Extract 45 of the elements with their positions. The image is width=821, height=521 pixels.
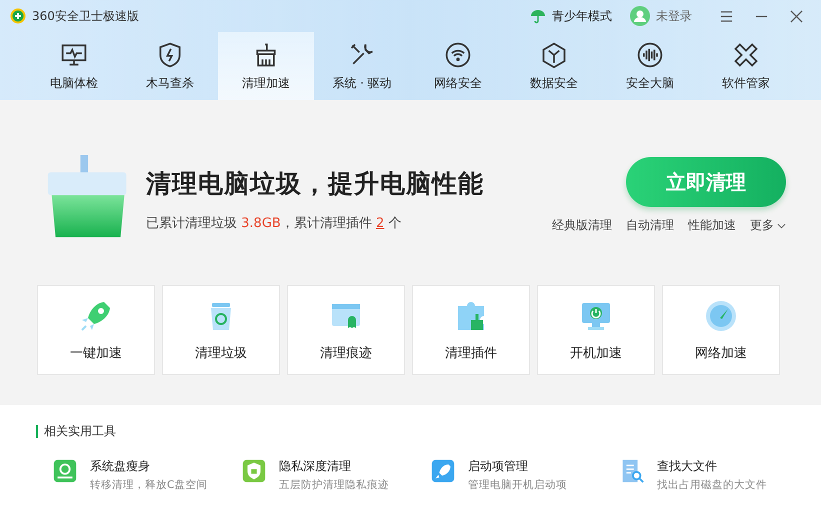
nav-tab[interactable]: 电脑体检: [26, 32, 122, 100]
tool-description: 转移清理，释放C盘空间: [90, 478, 208, 492]
nav-tab[interactable]: 系统 · 驱动: [314, 32, 410, 100]
feature-link[interactable]: 自动清理: [626, 217, 674, 234]
caret-icon: [777, 222, 786, 228]
more-dropdown[interactable]: 更多: [750, 217, 786, 234]
feature-link[interactable]: 经典版清理: [552, 217, 612, 234]
menu-icon[interactable]: [720, 10, 733, 22]
feature-tile[interactable]: 网络加速: [662, 285, 780, 375]
nav-tab[interactable]: 网络安全: [410, 32, 506, 100]
close-icon[interactable]: [790, 10, 803, 22]
nav-tab[interactable]: 木马查杀: [122, 32, 218, 100]
nav-tab[interactable]: 软件管家: [698, 32, 794, 100]
youth-mode-link[interactable]: 青少年模式: [552, 8, 612, 24]
nav-tab[interactable]: 清理加速: [218, 32, 314, 100]
cube-icon: [540, 40, 568, 68]
tool-description: 五层防护清理隐私痕迹: [279, 478, 389, 492]
feature-tile[interactable]: 清理垃圾: [162, 285, 280, 375]
cleanup-stats: 已累计清理垃圾 3.8GB，累计清理插件 2 个: [146, 215, 402, 232]
nav-tab[interactable]: 数据安全: [506, 32, 602, 100]
feature-tile[interactable]: 清理插件: [412, 285, 530, 375]
avatar-icon: [630, 6, 650, 26]
nav-tab[interactable]: 安全大脑: [602, 32, 698, 100]
window-title: 360安全卫士极速版: [32, 8, 139, 24]
logo-icon: [10, 8, 26, 24]
tool-icon[interactable]: [430, 458, 456, 484]
tool-title[interactable]: 系统盘瘦身: [90, 458, 150, 475]
tool-title[interactable]: 隐私深度清理: [279, 458, 351, 475]
speedometer-icon: [703, 298, 739, 334]
section-heading: 相关实用工具: [36, 425, 821, 438]
feature-tile[interactable]: 一键加速: [37, 285, 155, 375]
tool-description: 找出占用磁盘的大文件: [657, 478, 767, 492]
wifi-icon: [444, 40, 472, 68]
login-link[interactable]: 未登录: [656, 8, 692, 24]
feature-tile[interactable]: 开机加速: [537, 285, 655, 375]
tool-title[interactable]: 启动项管理: [468, 458, 528, 475]
hero-title: 清理电脑垃圾，提升电脑性能: [146, 168, 484, 200]
umbrella-icon: [530, 8, 546, 24]
soundwave-icon: [636, 40, 664, 68]
feature-link[interactable]: 性能加速: [688, 217, 736, 234]
tool-icon[interactable]: [52, 458, 78, 484]
feature-tile[interactable]: 清理痕迹: [287, 285, 405, 375]
tool-description: 管理电脑开机启动项: [468, 478, 567, 492]
tool-title[interactable]: 查找大文件: [657, 458, 717, 475]
tool-icon[interactable]: [241, 458, 267, 484]
